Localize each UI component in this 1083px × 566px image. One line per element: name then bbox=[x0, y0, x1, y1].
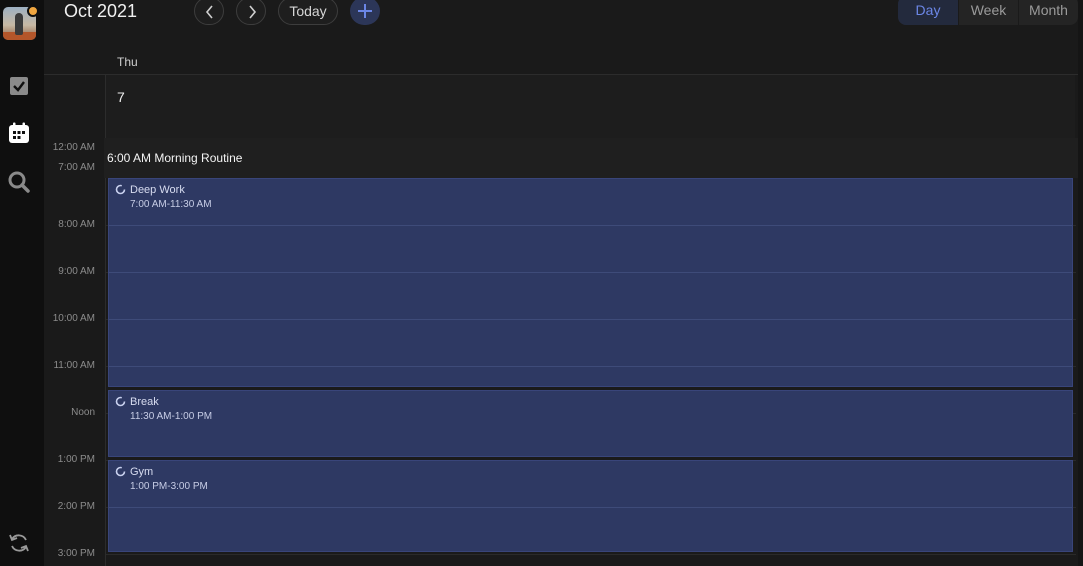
day-number[interactable]: 7 bbox=[117, 89, 125, 105]
time-label: 10:00 AM bbox=[52, 313, 95, 324]
check-square-icon[interactable] bbox=[8, 75, 30, 97]
event-title: Gym bbox=[130, 466, 154, 478]
time-label: 1:00 PM bbox=[57, 454, 95, 465]
collapsed-event-label[interactable]: 6:00 AM Morning Routine bbox=[107, 151, 242, 165]
time-label: 11:00 AM bbox=[53, 360, 95, 371]
view-day-button[interactable]: Day bbox=[898, 0, 958, 25]
time-column: 12:00 AM 7:00 AM 8:00 AM 9:00 AM 10:00 A… bbox=[44, 138, 104, 566]
calendar-app: Oct 2021 Today Day Week Month Thu 7 6:00 bbox=[0, 0, 1083, 566]
today-button[interactable]: Today bbox=[278, 0, 338, 25]
chevron-left-icon bbox=[205, 5, 213, 19]
time-label: 8:00 AM bbox=[58, 219, 95, 230]
prev-button[interactable] bbox=[194, 0, 224, 25]
view-switcher: Day Week Month bbox=[898, 0, 1078, 25]
event-time: 11:30 AM-1:00 PM bbox=[130, 411, 213, 422]
month-title: Oct 2021 bbox=[64, 1, 138, 21]
top-bar: Oct 2021 Today Day Week Month bbox=[44, 0, 1083, 45]
time-label: 2:00 PM bbox=[57, 501, 95, 512]
notification-badge bbox=[27, 5, 39, 17]
time-label: Noon bbox=[71, 407, 95, 418]
event-time: 1:00 PM-3:00 PM bbox=[130, 481, 208, 492]
event-break[interactable]: Break 11:30 AM-1:00 PM bbox=[108, 390, 1073, 457]
recurring-icon bbox=[115, 396, 126, 407]
time-label: 12:00 AM bbox=[52, 142, 95, 153]
day-name: Thu bbox=[117, 55, 138, 69]
search-icon[interactable] bbox=[8, 171, 30, 193]
event-time: 7:00 AM-11:30 AM bbox=[130, 199, 212, 210]
event-title: Break bbox=[130, 396, 159, 408]
scrollbar[interactable] bbox=[1078, 0, 1083, 566]
view-week-button[interactable]: Week bbox=[958, 0, 1018, 25]
recurring-icon bbox=[115, 184, 126, 195]
left-rail bbox=[0, 0, 44, 566]
next-button[interactable] bbox=[236, 0, 266, 25]
calendar-icon[interactable] bbox=[8, 122, 30, 144]
sync-icon[interactable] bbox=[8, 532, 30, 554]
time-label: 7:00 AM bbox=[58, 162, 95, 173]
add-event-button[interactable] bbox=[350, 0, 380, 25]
time-label: 9:00 AM bbox=[58, 266, 95, 277]
plus-icon bbox=[358, 4, 372, 18]
all-day-area[interactable] bbox=[105, 75, 1075, 138]
chevron-right-icon bbox=[249, 5, 257, 19]
event-deep-work[interactable]: Deep Work 7:00 AM-11:30 AM bbox=[108, 178, 1073, 387]
event-title: Deep Work bbox=[130, 184, 185, 196]
time-label: 3:00 PM bbox=[57, 548, 95, 559]
view-month-button[interactable]: Month bbox=[1018, 0, 1078, 25]
event-gym[interactable]: Gym 1:00 PM-3:00 PM bbox=[108, 460, 1073, 552]
recurring-icon bbox=[115, 466, 126, 477]
